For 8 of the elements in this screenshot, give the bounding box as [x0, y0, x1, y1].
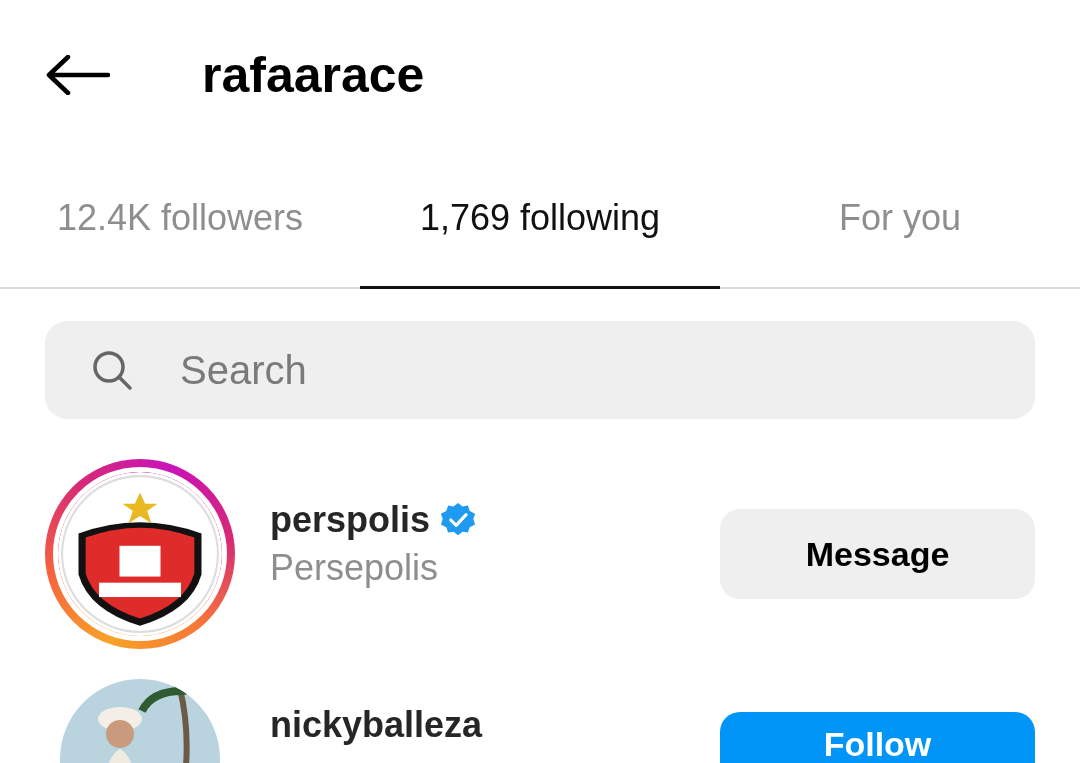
- back-icon[interactable]: [46, 55, 110, 95]
- full-name: Persepolis: [270, 547, 440, 589]
- search-field[interactable]: Search: [45, 321, 1035, 419]
- tab[interactable]: 1,769 following: [360, 150, 720, 289]
- username[interactable]: perspolis: [270, 499, 431, 541]
- message-button[interactable]: Message: [720, 509, 1035, 599]
- profile-username: rafaarace: [202, 46, 425, 104]
- username[interactable]: nickyballeza: [270, 704, 483, 746]
